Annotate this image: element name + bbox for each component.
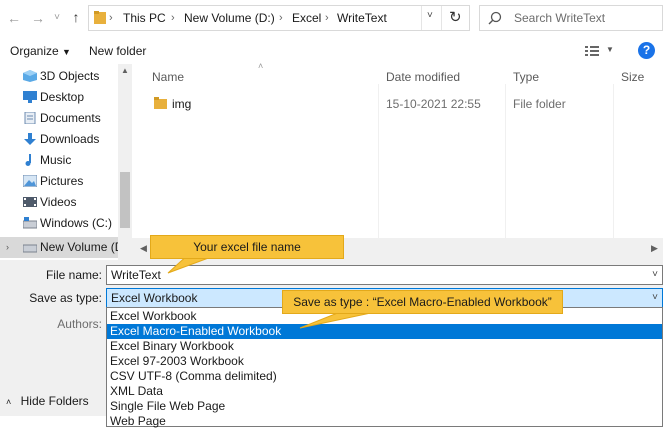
callout-arrows xyxy=(167,252,386,329)
callout-file-name-note: Your excel file name xyxy=(150,235,344,259)
callout-save-as-note: Save as type : “Excel Macro-Enabled Work… xyxy=(282,290,563,314)
option-web-page[interactable]: Web Page xyxy=(107,414,662,429)
